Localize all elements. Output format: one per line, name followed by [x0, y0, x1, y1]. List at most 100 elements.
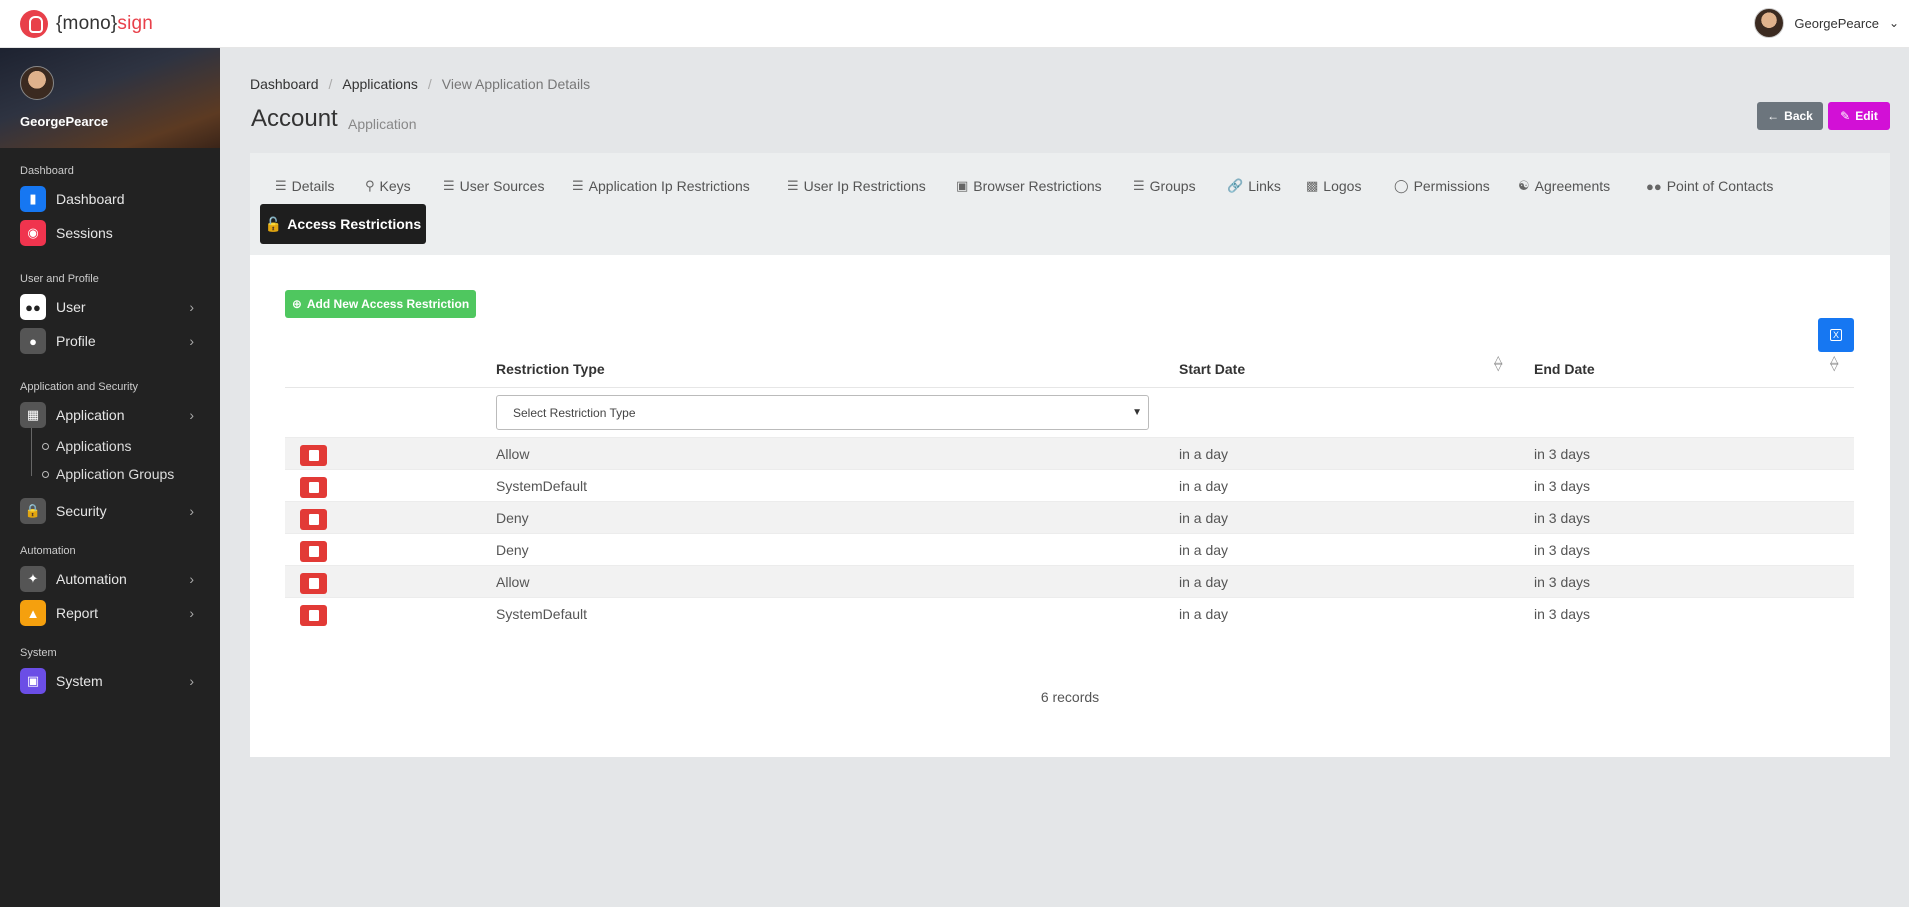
toggle-icon: ◯ [1394, 178, 1409, 193]
delete-button[interactable] [300, 477, 327, 498]
users-icon: ●● [1646, 178, 1662, 194]
delete-button[interactable] [300, 605, 327, 626]
sidebar-item-sessions[interactable]: ◉ Sessions [0, 216, 220, 250]
brand-logo[interactable]: {mono}sign [20, 10, 153, 38]
tab-label: Application Ip Restrictions [588, 178, 750, 194]
sidebar-section-app-security: Application and Security [20, 381, 139, 393]
tab-groups[interactable]: ☰ Groups [1133, 167, 1196, 205]
trash-icon [308, 514, 319, 525]
delete-button[interactable] [300, 445, 327, 466]
caret-down-icon: ▼ [1132, 407, 1142, 418]
chevron-down-icon: ⌄ [1888, 16, 1899, 30]
sidebar-item-label: Automation [56, 571, 127, 587]
tab-permissions[interactable]: ◯ Permissions [1394, 167, 1490, 205]
sidebar-item-application[interactable]: ▦ Application › [0, 398, 220, 432]
tab-point-of-contacts[interactable]: ●● Point of Contacts [1646, 167, 1773, 205]
tab-label: Agreements [1534, 178, 1611, 194]
cell-start-date: in a day [1179, 574, 1229, 590]
sort-icon[interactable]: △ ▽ [1494, 355, 1502, 373]
sidebar-item-label: Profile [56, 333, 96, 349]
delete-button[interactable] [300, 509, 327, 530]
table-row: SystemDefault in a day in 3 days [285, 597, 1854, 629]
column-header-start-date[interactable]: Start Date [1179, 361, 1245, 377]
tab-label: User Sources [459, 178, 545, 194]
excel-export-button[interactable]: X [1818, 318, 1854, 352]
avatar[interactable] [20, 66, 54, 100]
sidebar-item-profile[interactable]: ● Profile › [0, 324, 220, 358]
trash-icon [308, 610, 319, 621]
tab-keys[interactable]: ⚲ Keys [365, 167, 411, 205]
sidebar-item-report[interactable]: ▲ Report › [0, 596, 220, 630]
list-icon: ☰ [572, 178, 584, 193]
brand-suffix: sign [117, 13, 154, 34]
breadcrumb-separator: / [427, 76, 432, 92]
top-bar: {mono}sign GeorgePearce ⌄ [0, 0, 1909, 48]
sidebar-item-label: System [56, 673, 103, 689]
tab-label: Access Restrictions [287, 216, 422, 232]
sidebar-item-security[interactable]: 🔒 Security › [0, 494, 220, 528]
edit-button[interactable]: ✎ Edit [1828, 102, 1890, 130]
page-subtitle: Application [348, 116, 417, 132]
sidebar-item-dashboard[interactable]: ▮ Dashboard [0, 182, 220, 216]
user-icon: ● [20, 328, 46, 354]
column-header-end-date[interactable]: End Date [1534, 361, 1595, 377]
tab-label: Browser Restrictions [973, 178, 1102, 194]
tab-user-sources[interactable]: ☰ User Sources [443, 167, 544, 205]
browser-icon: ▣ [956, 178, 969, 193]
tab-user-ip-restrictions[interactable]: ☰ User Ip Restrictions [787, 167, 926, 205]
tab-label: Details [291, 178, 335, 194]
chevron-right-icon: › [189, 673, 194, 689]
tab-access-restrictions[interactable]: 🔓 Access Restrictions [260, 204, 426, 244]
select-value: Select Restriction Type [513, 405, 636, 420]
sidebar-item-label: Report [56, 605, 99, 621]
back-button-label: Back [1784, 109, 1813, 123]
bar-chart-icon: ▮ [20, 186, 46, 212]
cell-end-date: in 3 days [1534, 606, 1591, 622]
sidebar-item-user[interactable]: ●● User › [0, 290, 220, 324]
add-button-label: Add New Access Restriction [306, 297, 470, 311]
cell-start-date: in a day [1179, 542, 1229, 558]
sidebar-section-dashboard: Dashboard [20, 165, 74, 177]
cell-start-date: in a day [1179, 606, 1229, 622]
link-icon: 🔗 [1227, 178, 1244, 193]
add-access-restriction-button[interactable]: ⊕ Add New Access Restriction [285, 290, 476, 318]
back-button[interactable]: ← Back [1757, 102, 1823, 130]
tab-agreements[interactable]: ☯ Agreements [1518, 167, 1610, 205]
restriction-type-filter-select[interactable]: Select Restriction Type ▼ [496, 395, 1149, 430]
sidebar-subitem-applications[interactable]: Applications [0, 432, 220, 460]
record-count: 6 records [1040, 689, 1100, 705]
column-header-restriction-type[interactable]: Restriction Type [496, 361, 605, 377]
file-excel-icon: X [1829, 329, 1842, 341]
delete-button[interactable] [300, 541, 327, 562]
list-icon: ☰ [275, 178, 287, 193]
sidebar-item-system[interactable]: ▣ System › [0, 664, 220, 698]
key-icon: ⚲ [365, 178, 375, 193]
tab-application-ip-restrictions[interactable]: ☰ Application Ip Restrictions [572, 167, 750, 205]
sidebar-profile: GeorgePearce [0, 48, 220, 148]
tab-label: Logos [1323, 178, 1362, 194]
user-menu[interactable]: GeorgePearce ⌄ [1754, 8, 1899, 38]
table-row: Allow in a day in 3 days [285, 437, 1854, 469]
trash-icon [308, 450, 319, 461]
sidebar-subitem-application-groups[interactable]: Application Groups [0, 460, 220, 488]
tab-details[interactable]: ☰ Details [275, 167, 334, 205]
breadcrumb-dashboard[interactable]: Dashboard [250, 76, 319, 92]
unlock-icon: 🔓 [264, 215, 283, 232]
cell-end-date: in 3 days [1534, 510, 1591, 526]
sidebar-item-automation[interactable]: ✦ Automation › [0, 562, 220, 596]
tab-label: Keys [379, 178, 411, 194]
avatar [1754, 8, 1785, 38]
magic-wand-icon: ✦ [20, 566, 46, 592]
breadcrumb-applications[interactable]: Applications [342, 76, 418, 92]
table-row: SystemDefault in a day in 3 days [285, 469, 1854, 501]
brand-prefix: {mono} [56, 13, 118, 34]
tab-links[interactable]: 🔗 Links [1227, 167, 1281, 205]
images-icon: ▩ [1306, 178, 1319, 193]
list-icon: ☰ [1133, 178, 1145, 193]
sort-icon[interactable]: △ ▽ [1830, 355, 1838, 373]
tab-browser-restrictions[interactable]: ▣ Browser Restrictions [956, 167, 1102, 205]
cell-restriction-type: Allow [496, 574, 530, 590]
delete-button[interactable] [300, 573, 327, 594]
tab-logos[interactable]: ▩ Logos [1306, 167, 1361, 205]
edit-icon: ✎ [1840, 109, 1851, 123]
